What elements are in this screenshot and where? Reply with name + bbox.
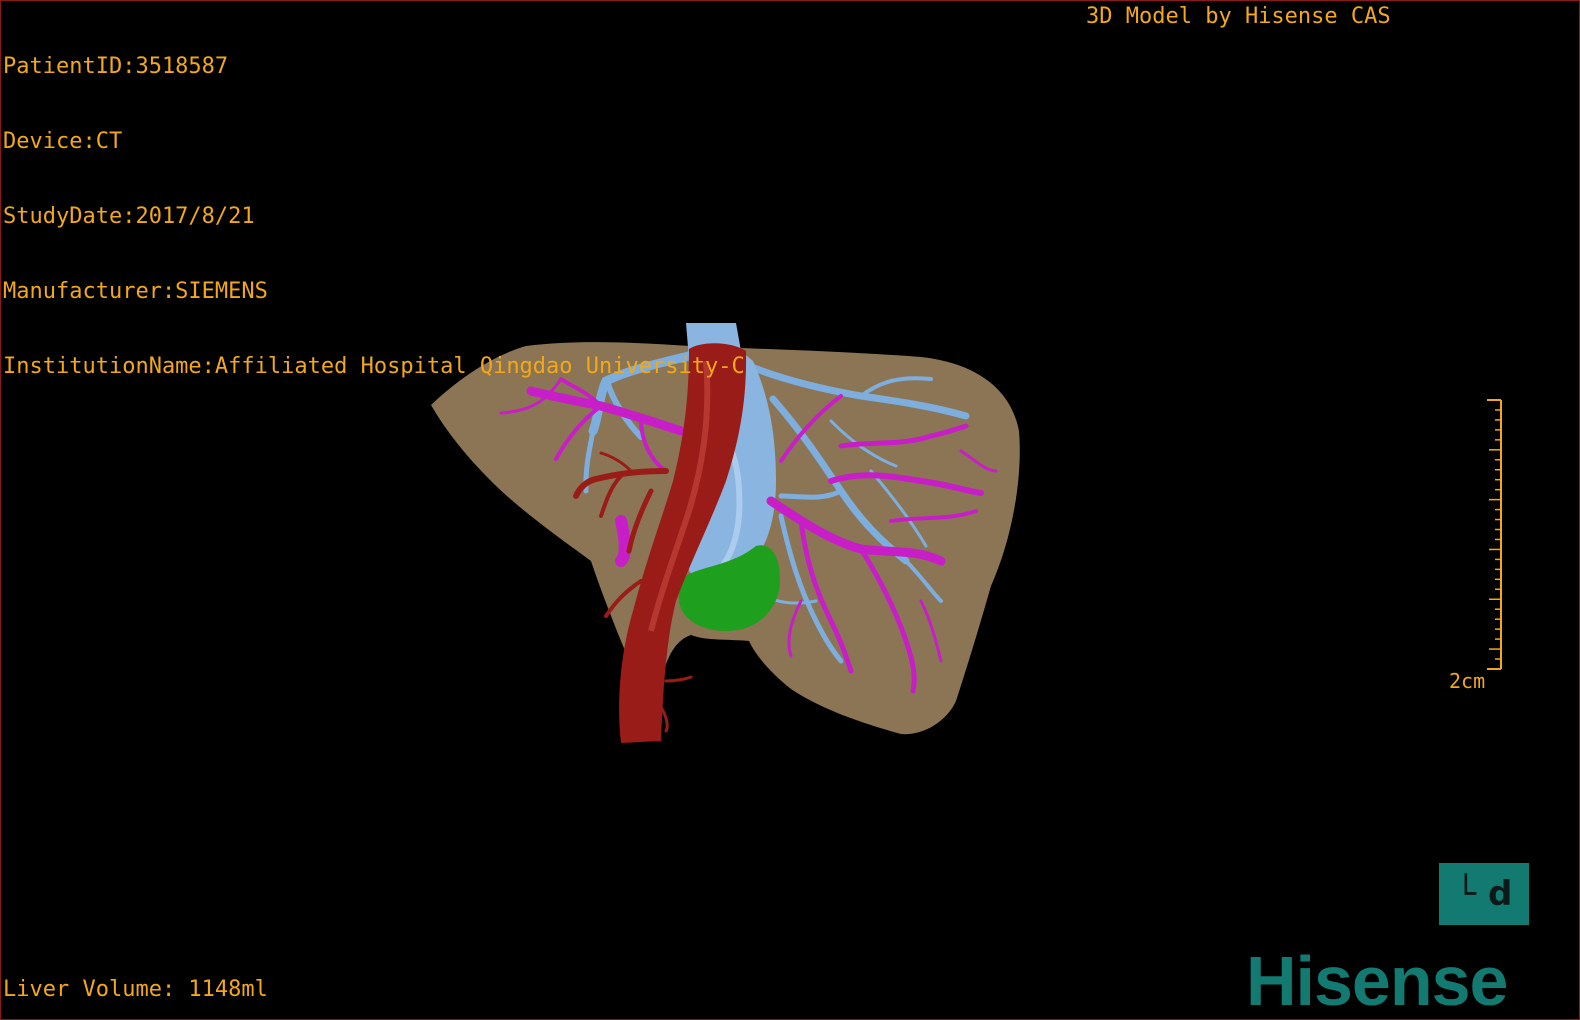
model-credit-label: 3D Model by Hisense CAS <box>1086 4 1391 29</box>
patient-id-label: PatientID:3518587 <box>3 54 229 79</box>
liver-volume-label: Liver Volume: 1148ml <box>3 977 268 1002</box>
3d-viewport[interactable]: PatientID:3518587 Device:CT StudyDate:20… <box>0 0 1580 1020</box>
view-orientation-button[interactable]: └ d <box>1439 863 1529 925</box>
view-orientation-icon: └ d <box>1455 874 1513 914</box>
study-date-label: StudyDate:2017/8/21 <box>3 204 255 229</box>
scale-bar <box>1487 399 1502 670</box>
device-label: Device:CT <box>3 129 123 154</box>
scale-bar-label: 2cm <box>1449 669 1486 693</box>
manufacturer-label: Manufacturer:SIEMENS <box>3 279 268 304</box>
institution-label: InstitutionName:Affiliated Hospital Qing… <box>3 354 745 379</box>
patient-info-block: PatientID:3518587 Device:CT StudyDate:20… <box>3 4 745 429</box>
hisense-logo: Hisense <box>1246 942 1508 1020</box>
